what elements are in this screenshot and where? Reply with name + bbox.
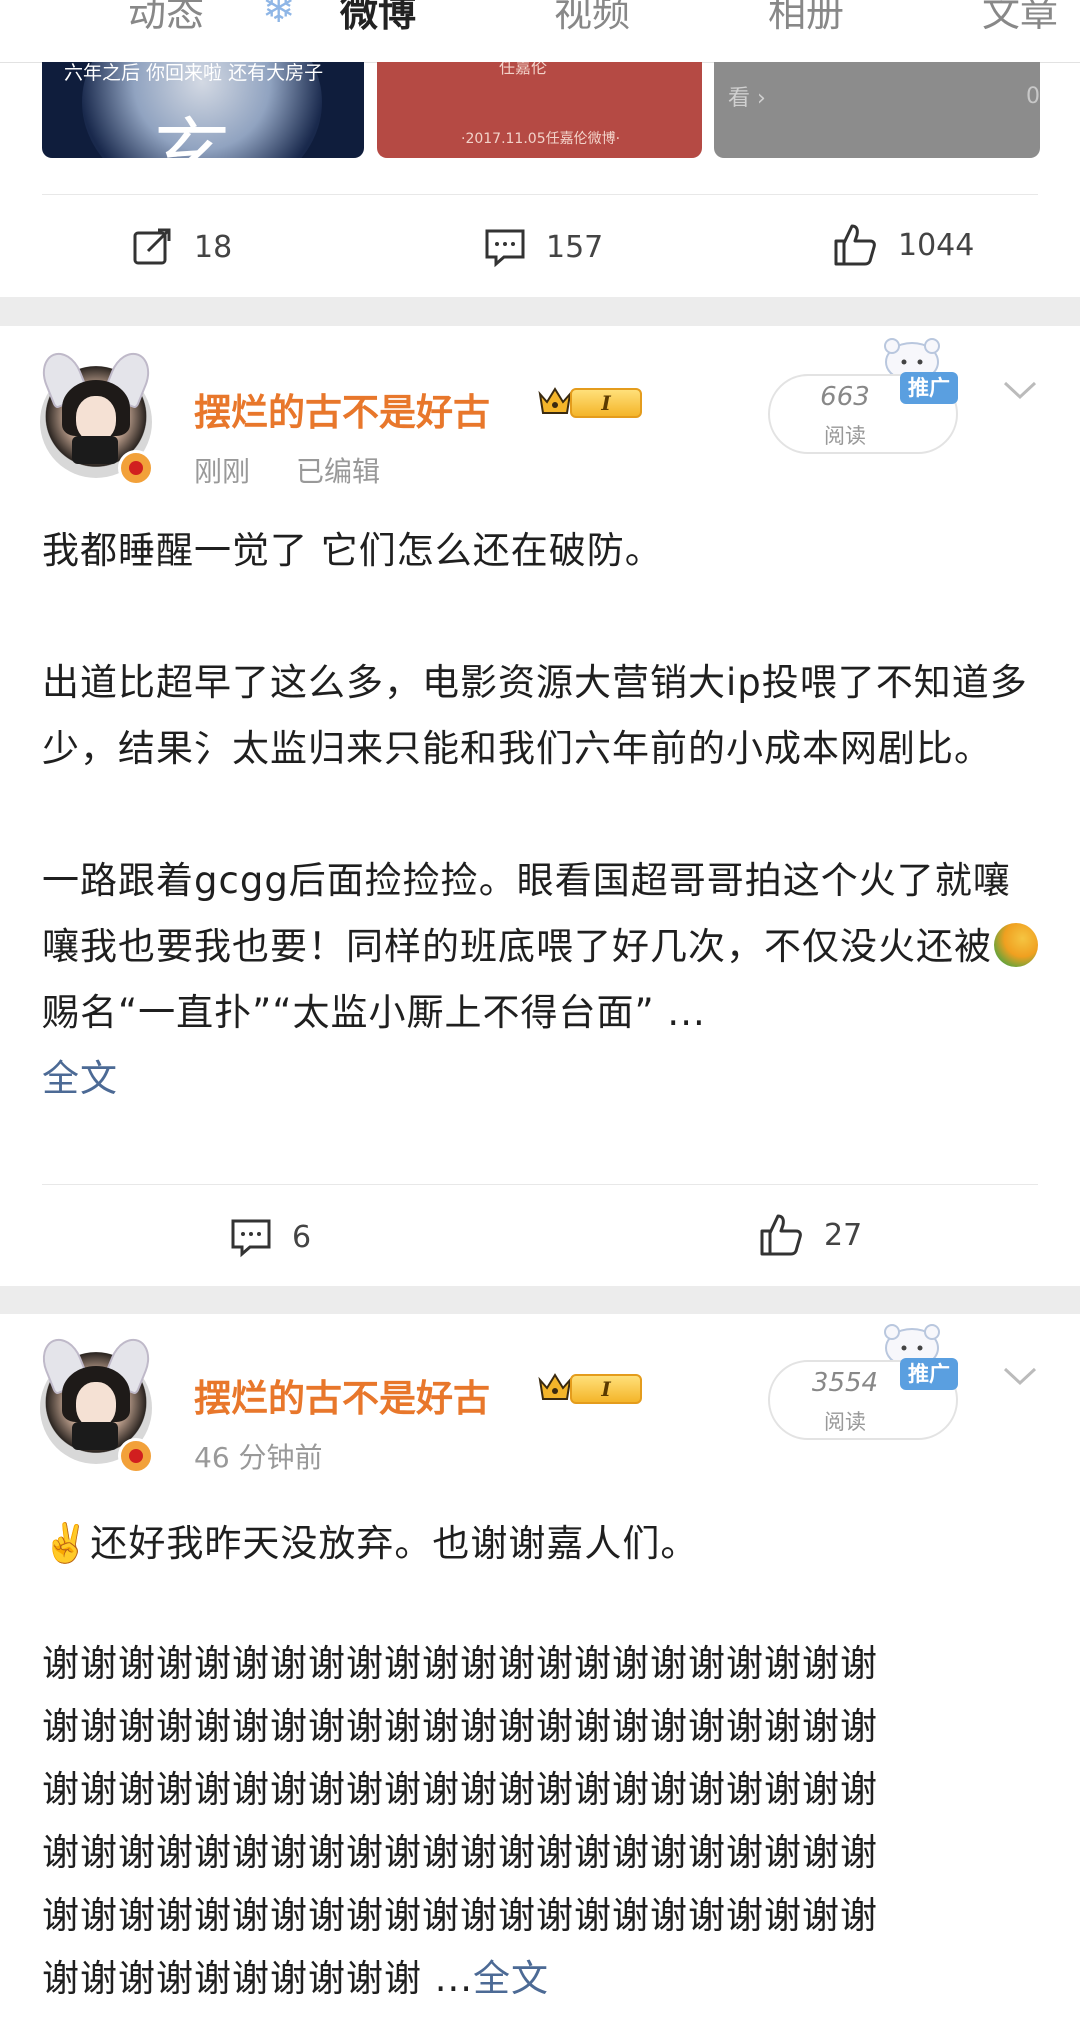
chevron-down-icon[interactable] (1002, 380, 1038, 400)
post-image-3[interactable]: 看 › 0 (714, 62, 1040, 158)
victory-hand-emoji-icon: ✌️ (42, 1521, 91, 1565)
tab-dynamics[interactable]: 动态 (128, 0, 204, 37)
post-text: 还好我昨天没放弃。也谢谢嘉人们。 (90, 1522, 699, 1565)
image-calligraphy: 玄 (154, 109, 230, 158)
crown-icon (538, 1373, 572, 1400)
tab-weibo[interactable]: 微博 (340, 0, 416, 37)
like-button[interactable]: 1044 (832, 222, 974, 268)
post-body: 我都睡醒一觉了 它们怎么还在破防。 出道比超早了这么多，电影资源大营销大ip投喂… (42, 518, 1042, 1112)
read-label: 阅读 (824, 424, 866, 448)
full-text-link[interactable]: 全文 (42, 1057, 118, 1100)
promote-button[interactable]: 推广 (900, 372, 958, 404)
thanks-line: 谢谢谢谢谢谢谢谢谢谢谢谢谢谢谢谢谢谢谢谢谢谢 (42, 1894, 878, 1937)
thanks-line: 谢谢谢谢谢谢谢谢谢谢谢谢谢谢谢谢谢谢谢谢谢谢 (42, 1705, 878, 1748)
level-badge: I (570, 1374, 642, 1404)
post-body: ✌️还好我昨天没放弃。也谢谢嘉人们。 (42, 1510, 1042, 1577)
comment-button[interactable]: 6 (230, 1216, 311, 1258)
crown-icon (538, 387, 572, 414)
post-text-tail: 赐名“一直扑”“太监小厮上不得台面” ... (42, 991, 706, 1034)
thanks-line: 谢谢谢谢谢谢谢谢谢谢谢谢谢谢谢谢谢谢谢谢谢谢 (42, 1642, 878, 1685)
mango-emoji-icon (994, 923, 1038, 967)
repost-count: 18 (194, 229, 233, 265)
full-text-link[interactable]: 全文 (473, 1957, 549, 2000)
tab-articles[interactable]: 文章 (982, 0, 1058, 37)
edited-label: 已编辑 (296, 455, 381, 488)
verified-badge-icon (118, 1438, 154, 1474)
avatar-camera (72, 1422, 118, 1450)
image-watermark: ·2017.11.05任嘉伦微博· (461, 131, 621, 147)
post-time: 46 分钟前 (194, 1441, 323, 1474)
promote-button[interactable]: 推广 (900, 1358, 958, 1390)
comment-icon (231, 1219, 271, 1258)
comment-button[interactable]: 157 (484, 226, 603, 268)
thanks-block: 谢谢谢谢谢谢谢谢谢谢谢谢谢谢谢谢谢谢谢谢谢谢 谢谢谢谢谢谢谢谢谢谢谢谢谢谢谢谢谢… (42, 1632, 1042, 2010)
post-text: 我都睡醒一觉了 它们怎么还在破防。 出道比超早了这么多，电影资源大营销大ip投喂… (42, 529, 1028, 968)
profile-tab-bar: 动态 ❄ 微博 视频 相册 文章 (0, 0, 1080, 63)
chevron-down-icon[interactable] (1002, 1366, 1038, 1386)
tab-album[interactable]: 相册 (768, 0, 844, 37)
avatar-camera (72, 436, 118, 464)
username[interactable]: 摆烂的古不是好古 (194, 1368, 490, 1422)
like-icon (834, 224, 876, 266)
comment-count: 157 (546, 229, 604, 265)
read-label: 阅读 (824, 1410, 866, 1434)
comment-icon (485, 229, 525, 268)
image-title: 任嘉伦 (499, 62, 548, 77)
divider (42, 194, 1038, 195)
verified-badge-icon (118, 450, 154, 486)
username[interactable]: 摆烂的古不是好古 (194, 382, 490, 436)
like-count: 1044 (898, 227, 975, 263)
post-image-1[interactable]: 六年之后 你回来啦 还有大房子 玄 (42, 62, 364, 158)
image-edge-text: 0 (1026, 84, 1040, 109)
comment-count: 6 (292, 1219, 312, 1255)
like-count: 27 (824, 1217, 863, 1253)
like-icon (760, 1214, 802, 1256)
repost-button[interactable]: 18 (132, 226, 232, 268)
read-count: 3554 (811, 1368, 879, 1398)
thanks-line: 谢谢谢谢谢谢谢谢谢谢谢谢谢谢谢谢谢谢谢谢谢谢 (42, 1831, 878, 1874)
post-time: 刚刚 (194, 455, 251, 488)
tab-video[interactable]: 视频 (554, 0, 630, 37)
level-badge: I (570, 388, 642, 418)
read-count: 663 (820, 382, 870, 412)
image-more-label: 看 › (728, 86, 766, 111)
divider (42, 1184, 1038, 1185)
like-button[interactable]: 27 (758, 1212, 862, 1258)
thanks-line: 谢谢谢谢谢谢谢谢谢谢 ... (42, 1957, 474, 2000)
post-image-2[interactable]: 任嘉伦 ·2017.11.05任嘉伦微博· (377, 62, 702, 158)
thanks-line: 谢谢谢谢谢谢谢谢谢谢谢谢谢谢谢谢谢谢谢谢谢谢 (42, 1768, 878, 1811)
repost-icon (133, 228, 171, 265)
image-caption: 六年之后 你回来啦 还有大房子 (64, 62, 324, 84)
tab-decoration-icon: ❄ (262, 0, 296, 32)
